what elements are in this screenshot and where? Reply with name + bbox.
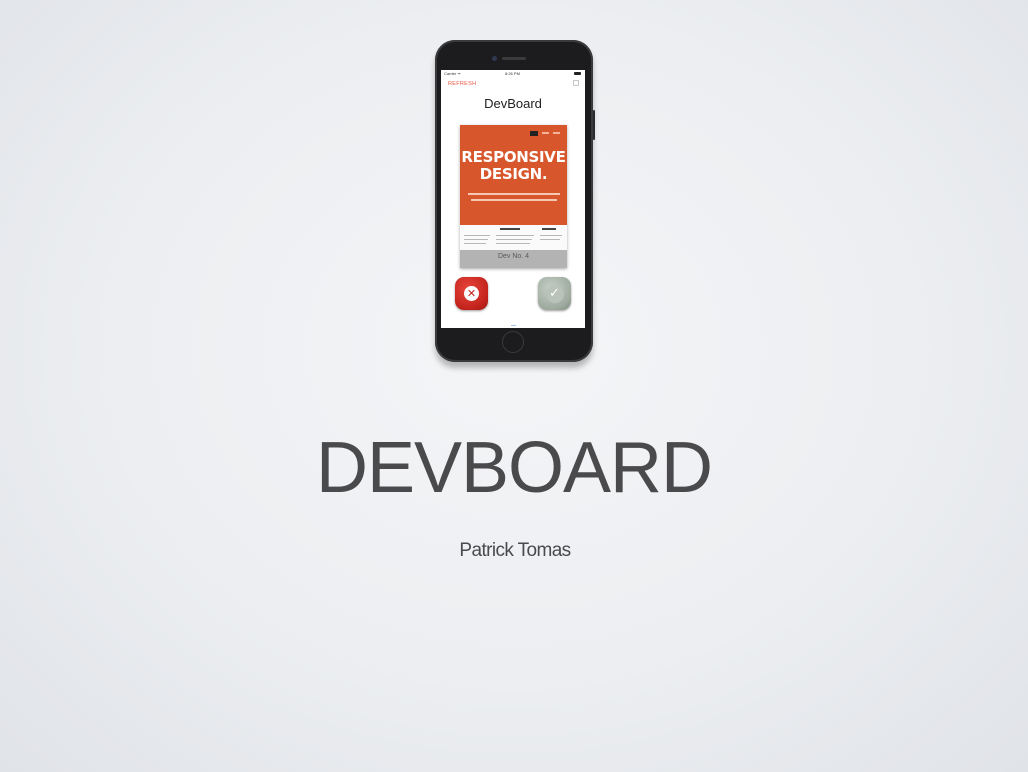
card-nav-bar [530, 131, 560, 136]
status-time: 8:26 PM [505, 71, 520, 76]
phone-side-button [593, 110, 595, 140]
app-title: DevBoard [484, 96, 542, 111]
card-nav-item [553, 132, 560, 134]
phone-screen: Carrier ᯤ 8:26 PM REFRESH DevBoard RESPO… [441, 70, 585, 328]
battery-icon [574, 72, 581, 75]
phone-home-button [502, 331, 524, 353]
refresh-button[interactable]: REFRESH [448, 81, 476, 87]
slide-subtitle: Patrick Tomas [459, 540, 571, 561]
phone-camera [492, 56, 497, 61]
slide: Carrier ᯤ 8:26 PM REFRESH DevBoard RESPO… [0, 0, 1028, 772]
project-card[interactable]: RESPONSIVE DESIGN. Dev No. 4 [460, 125, 567, 268]
card-hero-image: RESPONSIVE DESIGN. [460, 125, 567, 229]
phone-speaker [502, 57, 526, 60]
phone-mockup: Carrier ᯤ 8:26 PM REFRESH DevBoard RESPO… [435, 40, 595, 362]
card-column-heading [542, 228, 556, 230]
slide-title: DEVBOARD [315, 428, 713, 508]
card-nav-item [542, 132, 549, 134]
accept-button[interactable]: ✓ [538, 277, 571, 310]
card-column-heading [500, 228, 520, 230]
card-nav-item [530, 131, 538, 136]
checkmark-icon: ✓ [545, 284, 564, 303]
card-hero-text [467, 193, 560, 205]
status-bar: Carrier ᯤ 8:26 PM [441, 70, 585, 78]
card-footer-label: Dev No. 4 [497, 253, 530, 260]
status-carrier: Carrier ᯤ [444, 71, 461, 76]
card-hero-title: RESPONSIVE DESIGN. [461, 148, 566, 183]
close-icon: ✕ [464, 286, 479, 301]
compose-icon[interactable] [573, 80, 579, 86]
page-indicator [511, 325, 516, 326]
card-footer: Dev No. 4 [460, 250, 567, 268]
reject-button[interactable]: ✕ [455, 277, 488, 310]
